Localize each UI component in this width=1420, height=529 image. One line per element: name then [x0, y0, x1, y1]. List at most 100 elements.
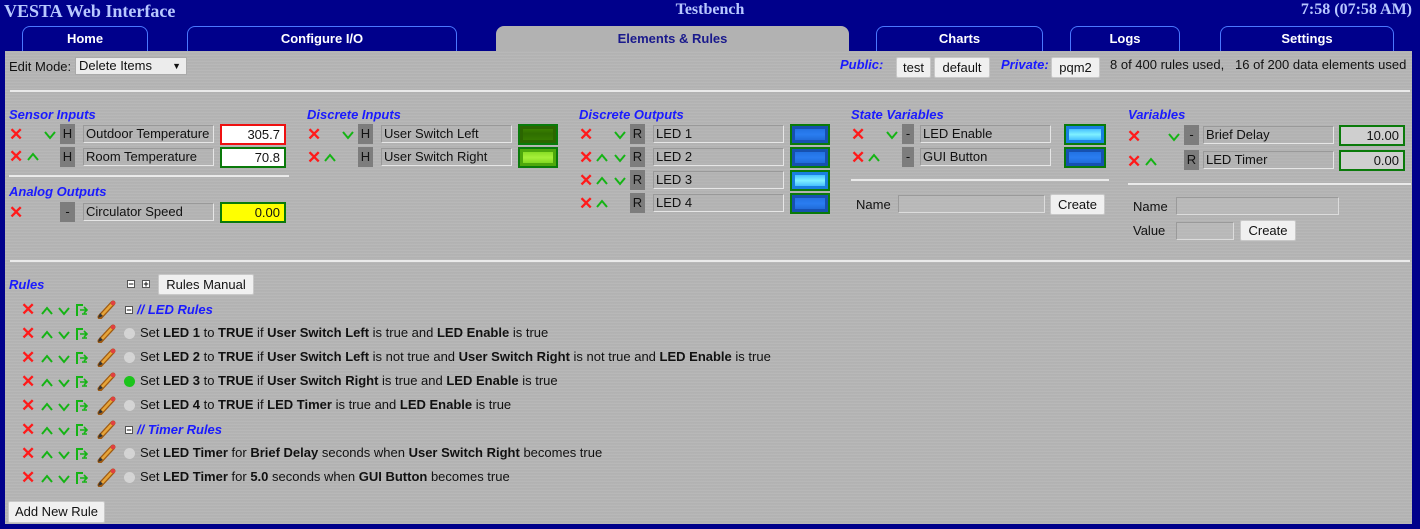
delete-icon[interactable]: ✕ — [21, 421, 35, 439]
delete-icon[interactable]: ✕ — [579, 172, 593, 190]
switch-indicator-on[interactable] — [518, 147, 558, 168]
pencil-icon[interactable] — [97, 323, 117, 343]
delete-icon[interactable]: ✕ — [579, 149, 593, 167]
delete-icon[interactable]: ✕ — [21, 325, 35, 343]
tab-settings[interactable]: Settings — [1220, 26, 1394, 51]
rule-text[interactable]: Set LED 1 to TRUE if User Switch Left is… — [140, 325, 548, 340]
variable-create-button[interactable]: Create — [1240, 220, 1296, 241]
move-rule-icon[interactable] — [75, 351, 89, 365]
public-default-button[interactable]: default — [934, 57, 990, 78]
delete-icon[interactable]: ✕ — [307, 126, 321, 144]
element-name[interactable]: Brief Delay — [1203, 126, 1334, 144]
variable-value[interactable]: 0.00 — [1339, 150, 1405, 171]
rules-manual-button[interactable]: Rules Manual — [158, 274, 254, 295]
chevron-down-icon[interactable] — [613, 174, 627, 188]
pencil-icon[interactable] — [97, 467, 117, 487]
chevron-up-icon[interactable] — [323, 151, 337, 165]
variable-value[interactable]: 10.00 — [1339, 125, 1405, 146]
variable-name-input[interactable] — [1176, 197, 1339, 215]
chevron-up-icon[interactable] — [1144, 155, 1158, 169]
chevron-down-icon[interactable] — [57, 328, 71, 342]
move-rule-icon[interactable] — [75, 423, 89, 437]
delete-icon[interactable]: ✕ — [1127, 153, 1141, 171]
tab-charts[interactable]: Charts — [876, 26, 1043, 51]
chevron-down-icon[interactable] — [57, 472, 71, 486]
mode-box[interactable]: H — [60, 124, 75, 144]
element-name[interactable]: LED 2 — [653, 148, 784, 166]
chevron-down-icon[interactable] — [613, 151, 627, 165]
chevron-up-icon[interactable] — [40, 304, 54, 318]
delete-icon[interactable]: ✕ — [307, 149, 321, 167]
element-name[interactable]: Circulator Speed — [83, 203, 214, 221]
collapse-all-icon[interactable]: − — [127, 280, 135, 289]
rule-comment[interactable]: // Timer Rules — [137, 422, 222, 437]
element-name[interactable]: LED Timer — [1203, 151, 1334, 169]
chevron-up-icon[interactable] — [40, 400, 54, 414]
element-name[interactable]: LED 4 — [653, 194, 784, 212]
move-rule-icon[interactable] — [75, 327, 89, 341]
chevron-down-icon[interactable] — [43, 128, 57, 142]
delete-icon[interactable]: ✕ — [9, 204, 23, 222]
chevron-down-icon[interactable] — [613, 128, 627, 142]
mode-box[interactable]: R — [1184, 150, 1199, 170]
delete-icon[interactable]: ✕ — [9, 148, 23, 166]
expand-all-icon[interactable]: + — [142, 280, 150, 289]
mode-box[interactable]: - — [60, 202, 75, 222]
element-name[interactable]: User Switch Left — [381, 125, 512, 143]
delete-icon[interactable]: ✕ — [851, 149, 865, 167]
led-indicator-off[interactable] — [790, 124, 830, 145]
move-rule-icon[interactable] — [75, 303, 89, 317]
chevron-down-icon[interactable] — [341, 128, 355, 142]
element-name[interactable]: User Switch Right — [381, 148, 512, 166]
chevron-down-icon[interactable] — [57, 376, 71, 390]
move-rule-icon[interactable] — [75, 375, 89, 389]
delete-icon[interactable]: ✕ — [851, 126, 865, 144]
mode-box[interactable]: - — [1184, 125, 1199, 145]
chevron-up-icon[interactable] — [26, 150, 40, 164]
chevron-down-icon[interactable] — [57, 400, 71, 414]
variable-value-input[interactable] — [1176, 222, 1234, 240]
delete-icon[interactable]: ✕ — [21, 373, 35, 391]
state-create-button[interactable]: Create — [1050, 194, 1105, 215]
element-name[interactable]: LED Enable — [920, 125, 1051, 143]
rule-text[interactable]: Set LED 3 to TRUE if User Switch Right i… — [140, 373, 558, 388]
led-indicator-off[interactable] — [790, 147, 830, 168]
chevron-up-icon[interactable] — [40, 376, 54, 390]
private-pqm2-button[interactable]: pqm2 — [1051, 57, 1100, 78]
delete-icon[interactable]: ✕ — [21, 349, 35, 367]
pencil-icon[interactable] — [97, 371, 117, 391]
move-rule-icon[interactable] — [75, 447, 89, 461]
pencil-icon[interactable] — [97, 395, 117, 415]
state-indicator-on[interactable] — [1064, 124, 1106, 145]
chevron-down-icon[interactable] — [57, 304, 71, 318]
rule-text[interactable]: Set LED 4 to TRUE if LED Timer is true a… — [140, 397, 511, 412]
sensor-value[interactable]: 305.7 — [220, 124, 286, 145]
chevron-down-icon[interactable] — [57, 448, 71, 462]
rule-comment[interactable]: // LED Rules — [137, 302, 213, 317]
pencil-icon[interactable] — [97, 299, 117, 319]
mode-box[interactable]: R — [630, 170, 645, 190]
collapse-group-icon[interactable]: − — [125, 426, 133, 435]
mode-box[interactable]: - — [902, 124, 914, 144]
element-name[interactable]: Room Temperature — [83, 148, 214, 166]
element-name[interactable]: GUI Button — [920, 148, 1051, 166]
chevron-up-icon[interactable] — [40, 424, 54, 438]
delete-icon[interactable]: ✕ — [1127, 128, 1141, 146]
chevron-down-icon[interactable] — [57, 352, 71, 366]
tab-home[interactable]: Home — [22, 26, 148, 51]
rule-text[interactable]: Set LED Timer for Brief Delay seconds wh… — [140, 445, 602, 460]
sensor-value[interactable]: 70.8 — [220, 147, 286, 168]
state-name-input[interactable] — [898, 195, 1045, 213]
delete-icon[interactable]: ✕ — [579, 126, 593, 144]
tab-configure-io[interactable]: Configure I/O — [187, 26, 457, 51]
move-rule-icon[interactable] — [75, 471, 89, 485]
chevron-up-icon[interactable] — [867, 151, 881, 165]
element-name[interactable]: Outdoor Temperature — [83, 125, 214, 143]
tab-logs[interactable]: Logs — [1070, 26, 1180, 51]
mode-box[interactable]: R — [630, 124, 645, 144]
edit-mode-select[interactable]: Delete Items ▼ — [75, 57, 187, 75]
chevron-up-icon[interactable] — [40, 472, 54, 486]
add-new-rule-button[interactable]: Add New Rule — [8, 501, 105, 523]
led-indicator-on[interactable] — [790, 170, 830, 191]
pencil-icon[interactable] — [97, 347, 117, 367]
